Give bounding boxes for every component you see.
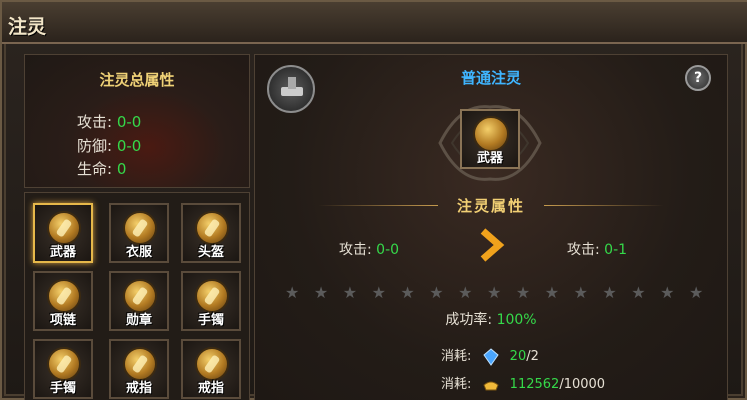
cost-crystal: 消耗: 20/2	[441, 345, 539, 366]
necklace-icon	[47, 279, 81, 313]
star-icon: ★	[371, 283, 386, 302]
total-attributes-heading: 注灵总属性	[99, 71, 175, 89]
stat-label: 防御:	[77, 137, 113, 155]
star-icon: ★	[285, 283, 300, 302]
bracelet-icon	[47, 347, 81, 381]
slot-label: 衣服	[125, 245, 152, 260]
star-icon: ★	[573, 283, 588, 302]
stat-label: 生命:	[77, 160, 113, 178]
slot-label: 戒指	[197, 381, 224, 396]
stat-value: 0-0	[376, 242, 400, 258]
cost-label: 消耗:	[441, 377, 472, 392]
star-icon: ★	[689, 283, 704, 302]
rate-value: 100%	[496, 312, 537, 328]
weapon-icon	[47, 211, 81, 245]
rate-label: 成功率:	[445, 312, 493, 328]
cost-have: 112562	[509, 377, 560, 392]
selected-equipment-slot[interactable]: 武器	[460, 109, 520, 169]
star-icon: ★	[458, 283, 473, 302]
star-icon: ★	[487, 283, 502, 302]
slot-label: 头盔	[197, 245, 224, 260]
star-icon: ★	[400, 283, 415, 302]
star-icon: ★	[313, 283, 329, 302]
star-icon: ★	[544, 283, 560, 302]
help-button[interactable]: ?	[685, 65, 711, 91]
slot-armor[interactable]: 衣服	[109, 203, 169, 263]
slot-label: 项链	[49, 313, 76, 328]
divider	[544, 205, 665, 206]
defense-stat: 防御: 0-0	[77, 135, 141, 156]
arrow-right-icon	[480, 228, 505, 262]
inscribe-main-panel: 普通注灵 ? 武器 注灵属性 攻击: 0-0 攻击: 0-1 ★ ★ ★ ★ ★ ★ ★ ★ ★…	[254, 54, 728, 400]
slot-helmet[interactable]: 头盔	[181, 203, 241, 263]
star-progress: ★ ★ ★ ★ ★ ★ ★ ★ ★ ★ ★ ★ ★ ★ ★	[285, 285, 705, 303]
slot-label: 戒指	[125, 381, 152, 396]
stat-value: 0-0	[116, 113, 142, 131]
helmet-icon	[195, 211, 229, 245]
divider	[317, 205, 438, 206]
ring-icon	[195, 347, 229, 381]
attack-stat: 攻击: 0-0	[77, 111, 141, 132]
slot-label: 手镯	[49, 381, 76, 396]
stat-label: 攻击:	[339, 242, 372, 258]
section-title: 普通注灵	[460, 69, 521, 87]
slot-medal[interactable]: 勋章	[109, 271, 169, 331]
current-attack: 攻击: 0-0	[339, 239, 399, 259]
bracelet-icon	[195, 279, 229, 313]
ring-icon	[123, 347, 157, 381]
cost-gold: 消耗: 112562/10000	[441, 373, 605, 394]
slot-necklace[interactable]: 项链	[33, 271, 93, 331]
stat-value: 0	[116, 160, 127, 178]
cost-need: /2	[526, 349, 539, 364]
stat-value: 0-0	[116, 137, 142, 155]
gold-ingot-icon	[482, 381, 499, 390]
total-attributes-panel: 注灵总属性 攻击: 0-0 防御: 0-0 生命: 0	[24, 54, 250, 188]
slot-ring-right[interactable]: 戒指	[181, 339, 241, 399]
star-icon: ★	[602, 283, 617, 302]
stat-label: 攻击:	[567, 242, 600, 258]
armor-icon	[123, 211, 157, 245]
success-rate: 成功率: 100%	[255, 309, 727, 329]
attribute-header-text: 注灵属性	[456, 197, 525, 215]
stat-label: 攻击:	[77, 113, 113, 131]
slot-label: 武器	[476, 151, 503, 166]
slot-weapon[interactable]: 武器	[33, 203, 93, 263]
slot-label: 武器	[49, 245, 76, 260]
attribute-header: 注灵属性	[255, 195, 727, 216]
equipment-slot-panel: 武器 衣服 头盔 项链 勋章 手镯 手镯 戒指 戒指	[24, 192, 250, 400]
cost-label: 消耗:	[441, 349, 472, 364]
medal-icon	[123, 279, 157, 313]
next-attack: 攻击: 0-1	[567, 239, 627, 259]
hp-stat: 生命: 0	[77, 158, 126, 179]
star-icon: ★	[631, 283, 646, 302]
title-bar[interactable]: 注灵	[2, 2, 747, 44]
star-icon: ★	[660, 283, 675, 302]
inscribe-window: 注灵 注灵总属性 攻击: 0-0 防御: 0-0 生命: 0 武器 衣服 头盔	[0, 0, 747, 400]
star-icon: ★	[342, 283, 358, 302]
window-title: 注灵	[8, 16, 47, 38]
crystal-icon	[482, 347, 499, 366]
star-icon: ★	[515, 283, 531, 302]
slot-label: 勋章	[125, 313, 152, 328]
cost-have: 20	[509, 349, 527, 364]
slot-bracelet-right[interactable]: 手镯	[181, 271, 241, 331]
star-icon: ★	[429, 283, 444, 302]
stat-value: 0-1	[604, 242, 628, 258]
slot-bracelet-left[interactable]: 手镯	[33, 339, 93, 399]
slot-ring-left[interactable]: 戒指	[109, 339, 169, 399]
cost-need: /10000	[559, 377, 606, 392]
slot-label: 手镯	[197, 313, 224, 328]
